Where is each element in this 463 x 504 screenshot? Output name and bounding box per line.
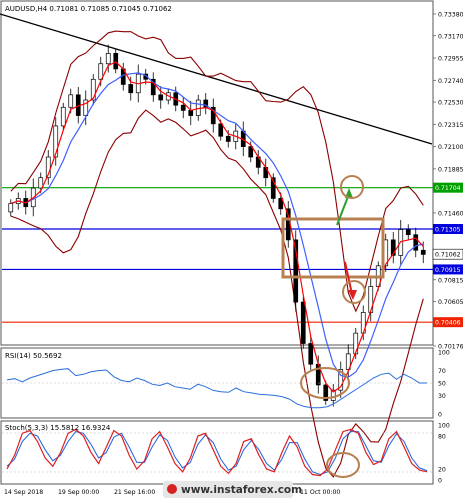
time-label: 11 Oct 00:00 (300, 489, 340, 496)
rsi-tick-label: 0 (438, 412, 442, 419)
rsi-panel (0, 347, 434, 419)
candle-bearish (180, 104, 186, 111)
stoch-axis: 100 80 20 0 (438, 423, 450, 485)
candle-bearish (413, 234, 419, 251)
price-tick-label: 0.72530 (438, 100, 463, 107)
candle-bearish (405, 229, 411, 236)
price-tick-label: 0.71885 (438, 166, 463, 173)
rsi-title: RSI(14) 50.5692 (5, 352, 62, 360)
candle-bullish (105, 53, 111, 65)
price-tick-label: 0.70815 (438, 277, 463, 284)
stoch-tick-label: 20 (438, 467, 446, 474)
level-tag-label: 0.70406 (435, 320, 461, 327)
chart-window: 0.73380 0.73170 0.72955 0.72740 0.72530 0.723… (0, 0, 463, 500)
current-price-label: 0.71062 (435, 252, 461, 259)
level-tag-label: 0.70915 (435, 267, 461, 274)
candle-bullish (195, 99, 201, 116)
price-tick-label: 0.72740 (438, 78, 463, 85)
price-tick-label: 0.72100 (438, 144, 463, 151)
candle-bullish (90, 78, 96, 101)
price-tick-label: 0.73170 (438, 33, 463, 40)
rsi-axis: 100 70 50 30 0 (438, 350, 450, 419)
candle-bearish (158, 94, 164, 101)
rsi-tick-label: 70 (438, 368, 446, 375)
price-tick-label: 0.72315 (438, 122, 463, 129)
stoch-tick-label: 100 (438, 423, 450, 430)
candle-bullish (60, 106, 66, 127)
rsi-tick-label: 100 (438, 350, 450, 357)
price-tick-label: 0.72955 (438, 56, 463, 63)
rsi-tick-label: 50 (438, 381, 446, 388)
stoch-tick-label: 0 (438, 478, 442, 485)
time-label: 14 Sep 2018 (4, 489, 43, 496)
candle-bearish (420, 249, 426, 255)
watermark-text: www.instaforex.com (181, 484, 302, 496)
rsi-tick-label: 30 (438, 393, 446, 400)
level-tag-label: 0.71704 (435, 185, 461, 192)
price-tick-label: 0.70605 (438, 299, 463, 306)
price-axis: 0.73380 0.73170 0.72955 0.72740 0.72530 0.723… (433, 12, 463, 351)
price-tick-label: 0.71460 (438, 210, 463, 217)
level-tag-label: 0.71305 (435, 227, 461, 234)
candle-bearish (113, 53, 119, 70)
symbol-header: AUDUSD,H4 0.71081 0.71085 0.71045 0.7106… (5, 5, 172, 13)
candle-bearish (300, 301, 306, 344)
instaforex-logo-icon (167, 484, 177, 494)
price-panel (0, 0, 434, 346)
stoch-title: Stoch(5,3,3) 15.5812 16.9324 (5, 424, 111, 432)
candle-bearish (308, 343, 314, 365)
stoch-tick-label: 80 (438, 434, 446, 441)
candle-bullish (8, 203, 14, 213)
price-tick-label: 0.73380 (438, 12, 463, 19)
candle-bullish (68, 94, 74, 108)
candle-bearish (188, 110, 194, 116)
time-label: 19 Sep 00:00 (58, 489, 99, 496)
time-label: 21 Sep 16:00 (114, 489, 155, 496)
candle-bearish (218, 123, 224, 137)
candle-bearish (128, 84, 134, 94)
candle-bearish (225, 135, 231, 142)
